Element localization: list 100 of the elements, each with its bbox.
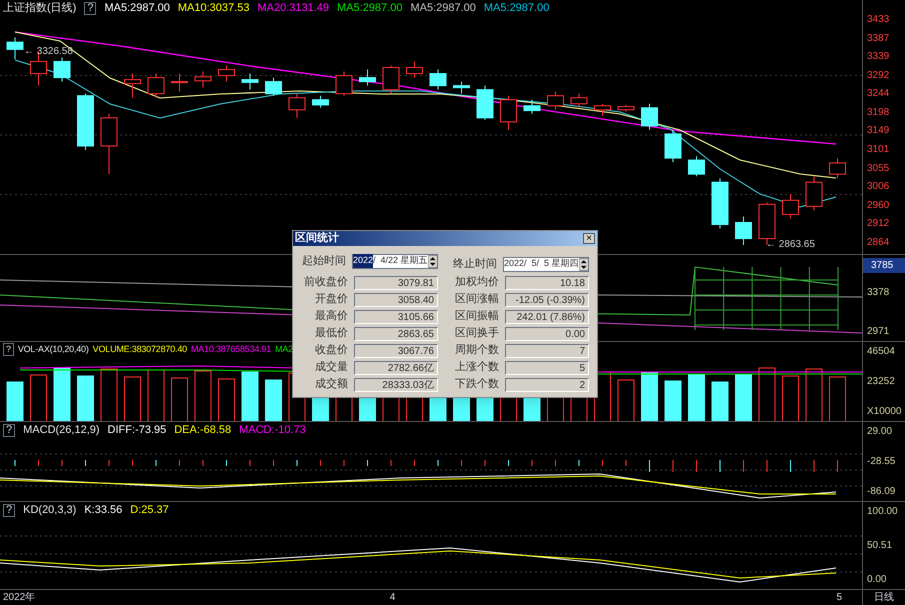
candlestick (524, 99, 540, 114)
axis-label: 29.00 (867, 425, 894, 439)
spin-icon[interactable] (428, 254, 437, 268)
value-field: 3058.40 (354, 292, 438, 306)
field-label: 终止时间 (452, 256, 497, 272)
candlestick (124, 73, 141, 98)
field-label: 成交量 (314, 360, 348, 376)
candlestick (570, 93, 588, 108)
candlestick (782, 194, 799, 219)
indicator-value: MA10:3037.53 (178, 0, 250, 16)
help-mark[interactable]: ? (3, 504, 16, 516)
candlestick (758, 202, 776, 246)
candlestick (77, 93, 94, 151)
value-field: 3067.76 (354, 344, 438, 358)
volume-bar (218, 378, 235, 421)
indicator-value: MA2 (275, 343, 294, 356)
time-label: 5 (836, 591, 842, 605)
volume-bar (171, 377, 188, 421)
start-date-field[interactable]: 2022/ 4/22 星期五 (352, 254, 438, 268)
axis-label: 2960 (867, 198, 890, 213)
time-label: 2022年 (3, 591, 36, 605)
axis-label: 50.51 (867, 539, 894, 553)
value-field: 5 (504, 360, 589, 374)
candlestick (242, 73, 258, 90)
candlestick (806, 176, 822, 211)
spin-icon[interactable] (578, 258, 588, 270)
volume-bar (688, 373, 705, 421)
dialog-title: 区间统计 (295, 230, 339, 246)
volume-bar (641, 372, 658, 421)
field-label: 开盘价 (314, 292, 348, 308)
candlestick (430, 69, 446, 90)
period-label[interactable]: 日线 (862, 590, 905, 605)
indicator-value: MA5:2987.00 (484, 0, 550, 16)
volume-bar (806, 368, 822, 421)
candlestick (476, 85, 494, 120)
volume-bar (6, 381, 24, 421)
field-label: 上涨个数 (454, 360, 499, 376)
candlestick (218, 65, 235, 82)
candlestick (359, 69, 376, 86)
volume-bar (100, 368, 118, 421)
chart-title: 上证指数(日线) (3, 0, 76, 16)
value-field: 2 (504, 378, 589, 392)
value-field: 242.01 (7.86%) (504, 310, 589, 324)
field-label: 前收盘价 (302, 275, 348, 290)
indicator-title: KD(20,3,3) (23, 502, 76, 518)
indicator-value: VOLUME:383072870.40 (92, 343, 187, 356)
volume-bar (54, 367, 70, 421)
candlestick (6, 36, 24, 60)
help-mark[interactable]: ? (3, 343, 14, 356)
axis-label: X10000 (867, 405, 902, 419)
help-mark[interactable]: ? (84, 2, 96, 14)
indicator-value: MA20:3131.49 (257, 0, 330, 16)
field-label: 最高价 (314, 308, 348, 324)
field-label: 周期个数 (454, 343, 499, 358)
indicator-value: MACD:-10.73 (239, 422, 306, 438)
indicator-value: MA5:2987.00 (410, 0, 476, 16)
value-field: 2863.65 (354, 326, 438, 340)
axis-label: 3292 (867, 68, 890, 83)
candlestick (406, 60, 423, 78)
indicator-value: DIFF:-73.95 (108, 422, 166, 438)
volume-bar (735, 374, 752, 421)
axis-label: 3198 (867, 106, 890, 120)
axis-label: 3378 (867, 286, 890, 300)
candlestick (500, 95, 517, 130)
value-field: 7 (504, 344, 589, 358)
axis-label: 3055 (867, 162, 890, 176)
candlestick (265, 77, 282, 96)
candlestick (288, 93, 306, 118)
close-button[interactable]: × (583, 233, 595, 244)
field-label: 收盘价 (314, 343, 348, 358)
candlestick (688, 156, 705, 177)
indicator-value: DEA:-68.58 (174, 422, 232, 438)
candlestick (618, 104, 634, 112)
candlestick (641, 103, 658, 130)
volume-bar (194, 370, 212, 421)
candlestick (336, 71, 352, 96)
value-field: -12.05 (-0.39%) (504, 292, 589, 306)
axis-label: 3006 (867, 180, 890, 194)
indicator-value: MA5:2987.00 (337, 0, 402, 16)
field-label: 成交额 (314, 376, 348, 392)
value-field: 3105.66 (354, 310, 438, 324)
axis-label: 3339 (867, 50, 890, 64)
candlestick (382, 65, 400, 94)
high-price-label: ← 3326.58 (24, 46, 73, 58)
axis-label: 0.00 (867, 573, 888, 587)
indicator-title: VOL-AX(10,20,40) (18, 343, 89, 356)
field-label: 区间涨幅 (454, 292, 499, 308)
indicator-value: K:33.56 (84, 502, 122, 518)
axis-label: 23252 (867, 375, 896, 389)
current-value-tag: 3785 (863, 258, 905, 273)
field-label: 区间振幅 (454, 309, 499, 324)
volume-bar (782, 375, 799, 421)
volume-bar (148, 369, 164, 421)
candlestick (194, 71, 212, 88)
help-mark[interactable]: ? (3, 424, 16, 436)
candlestick (100, 113, 118, 175)
field-label: 加权均价 (454, 275, 499, 290)
end-date-field[interactable]: 2022/ 5/ 5 星期四 (503, 256, 589, 272)
volume-bar (265, 379, 282, 421)
value-field: 2782.66亿 (354, 360, 438, 374)
